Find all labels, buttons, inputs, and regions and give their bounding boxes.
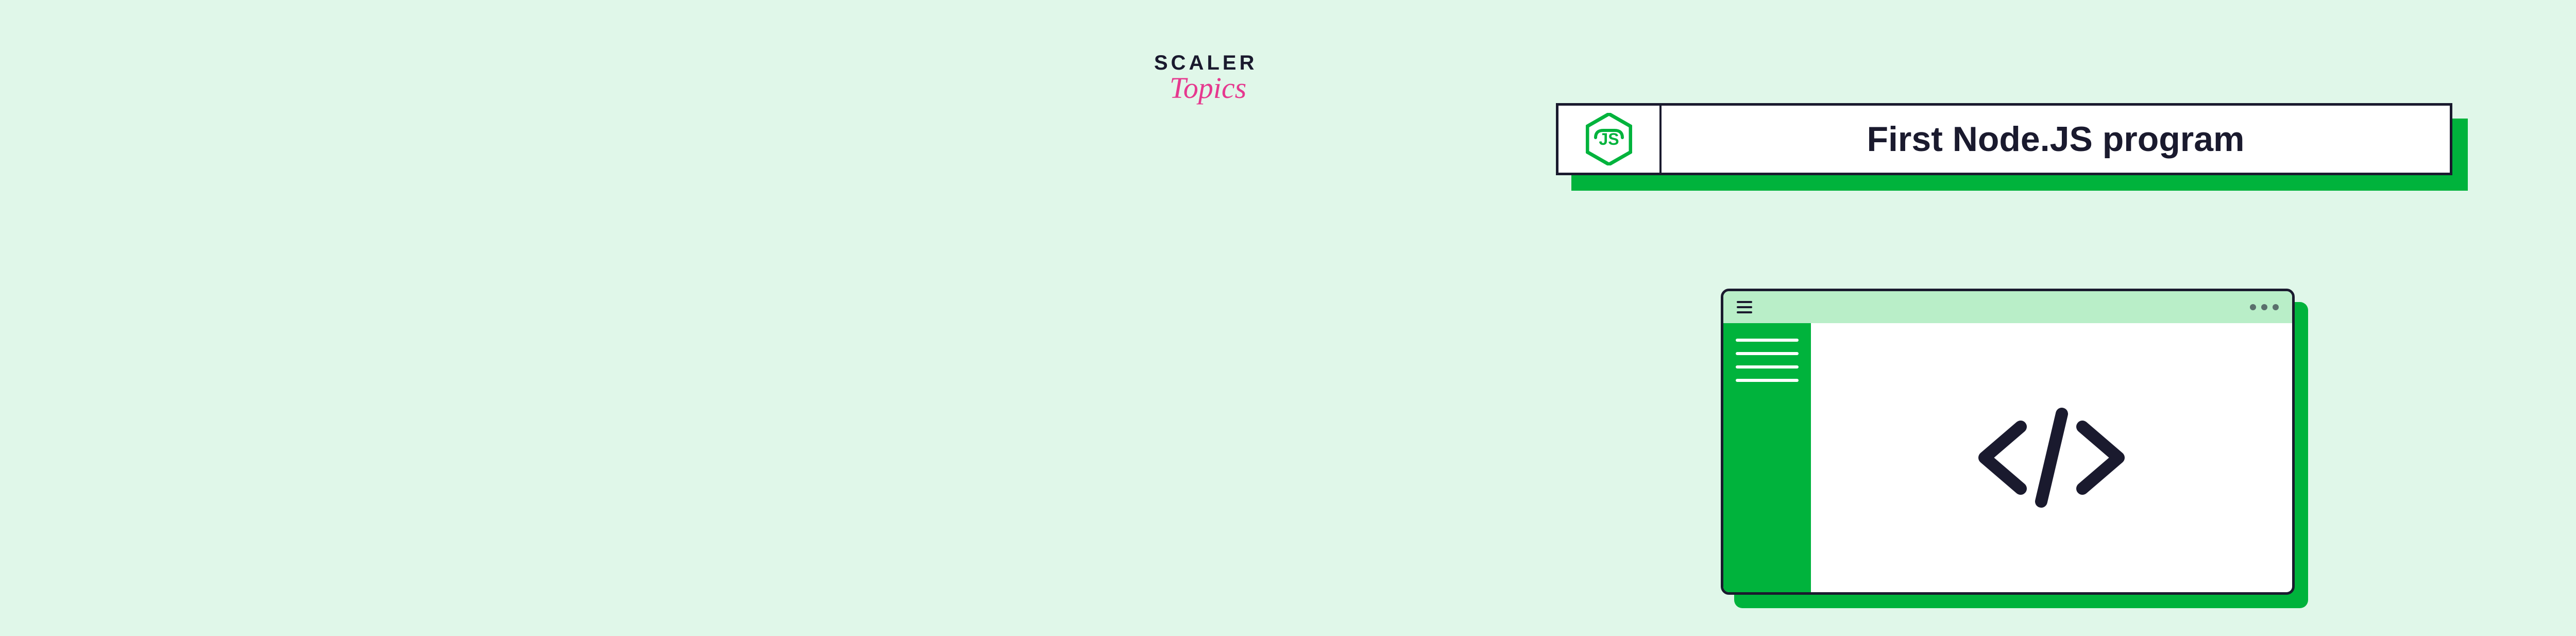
editor-body [1723,323,2292,592]
nodejs-icon: JS [1558,106,1662,173]
logo-line-2: Topics [1170,71,1257,105]
menu-icon [1737,301,1752,313]
window-dots-icon [2250,304,2279,310]
title-card: JS First Node.JS program [1556,103,2468,191]
editor-topbar [1723,291,2292,323]
editor-window [1721,289,2295,595]
code-icon [1959,391,2144,525]
editor-sidebar [1723,323,1811,592]
scaler-topics-logo: SCALER Topics [1154,52,1257,105]
svg-text:JS: JS [1599,130,1619,148]
title-text: First Node.JS program [1662,119,2450,159]
editor-illustration [1721,289,2308,608]
editor-main [1811,323,2292,592]
title-box: JS First Node.JS program [1556,103,2452,175]
